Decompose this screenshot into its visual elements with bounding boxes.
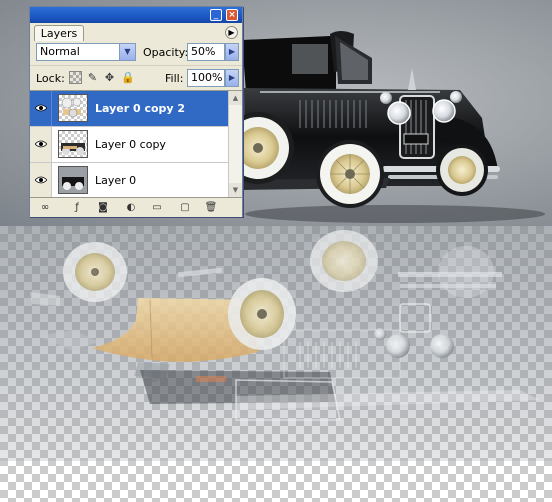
layer-name: Layer 0 [95, 174, 137, 187]
layer-thumbnail [58, 130, 88, 158]
layer-name: Layer 0 copy 2 [95, 102, 186, 115]
lock-transparent-pixels-icon[interactable] [69, 71, 82, 84]
lock-all-icon[interactable]: 🔒 [121, 71, 135, 84]
lock-label: Lock: [36, 72, 65, 85]
lock-position-icon[interactable]: ✥ [103, 71, 116, 84]
adjustment-layer-icon[interactable]: ◐ [124, 201, 138, 214]
fill-slider-button[interactable]: ▶ [225, 69, 239, 87]
classic-car [222, 31, 545, 223]
layer-row[interactable]: Layer 0 copy [30, 127, 228, 163]
eye-icon [35, 104, 47, 112]
close-button[interactable]: × [226, 9, 238, 21]
panel-menu-button[interactable]: ▶ [225, 26, 238, 39]
layer-list-scrollbar[interactable]: ▲ ▼ [228, 91, 242, 197]
layer-list: Layer 0 copy 2 Layer 0 copy Layer 0 ▲ ▼ [30, 90, 242, 199]
lock-row: Lock: ✎ ✥ 🔒 Fill: 100% ▶ [30, 65, 242, 90]
layer-row[interactable]: Layer 0 copy 2 [30, 91, 228, 127]
layers-panel: _ × Layers ▶ Normal ▼ Opacity: 50% ▶ Loc… [29, 6, 243, 217]
layer-name: Layer 0 copy [95, 138, 166, 151]
visibility-toggle[interactable] [30, 163, 52, 198]
eye-icon [35, 140, 47, 148]
opacity-slider-button[interactable]: ▶ [225, 43, 239, 61]
fill-label: Fill: [165, 72, 184, 85]
opacity-field[interactable]: 50% [187, 43, 225, 61]
layer-mask-icon[interactable]: ◙ [96, 201, 110, 214]
layer-row[interactable]: Layer 0 [30, 163, 228, 199]
new-layer-icon[interactable]: ▢ [178, 201, 192, 214]
delete-layer-icon[interactable]: 🗑 [204, 201, 218, 214]
visibility-toggle[interactable] [30, 127, 52, 162]
link-layers-icon[interactable]: ∞ [38, 201, 52, 214]
panel-footer: ∞ ƒ ◙ ◐ ▭ ▢ 🗑 [30, 197, 242, 217]
scroll-up-button[interactable]: ▲ [229, 91, 242, 105]
blend-mode-value: Normal [40, 45, 80, 58]
reflection-pieces [30, 230, 540, 421]
blend-row: Normal ▼ Opacity: 50% ▶ [30, 41, 242, 65]
opacity-label: Opacity: [143, 46, 189, 59]
layer-thumbnail [58, 166, 88, 194]
visibility-toggle[interactable] [30, 91, 52, 126]
new-group-icon[interactable]: ▭ [150, 201, 164, 214]
layer-style-icon[interactable]: ƒ [70, 201, 84, 214]
minimize-button[interactable]: _ [210, 9, 222, 21]
panel-tab-strip: Layers ▶ [30, 23, 242, 41]
tab-layers[interactable]: Layers [34, 25, 84, 41]
panel-titlebar[interactable]: _ × [30, 7, 242, 23]
blend-mode-select[interactable]: Normal ▼ [36, 43, 136, 61]
scroll-down-button[interactable]: ▼ [229, 183, 242, 197]
eye-icon [35, 176, 47, 184]
fill-field[interactable]: 100% [187, 69, 225, 87]
lock-image-pixels-icon[interactable]: ✎ [86, 71, 99, 84]
chevron-down-icon[interactable]: ▼ [119, 44, 135, 60]
layer-thumbnail [58, 94, 88, 122]
